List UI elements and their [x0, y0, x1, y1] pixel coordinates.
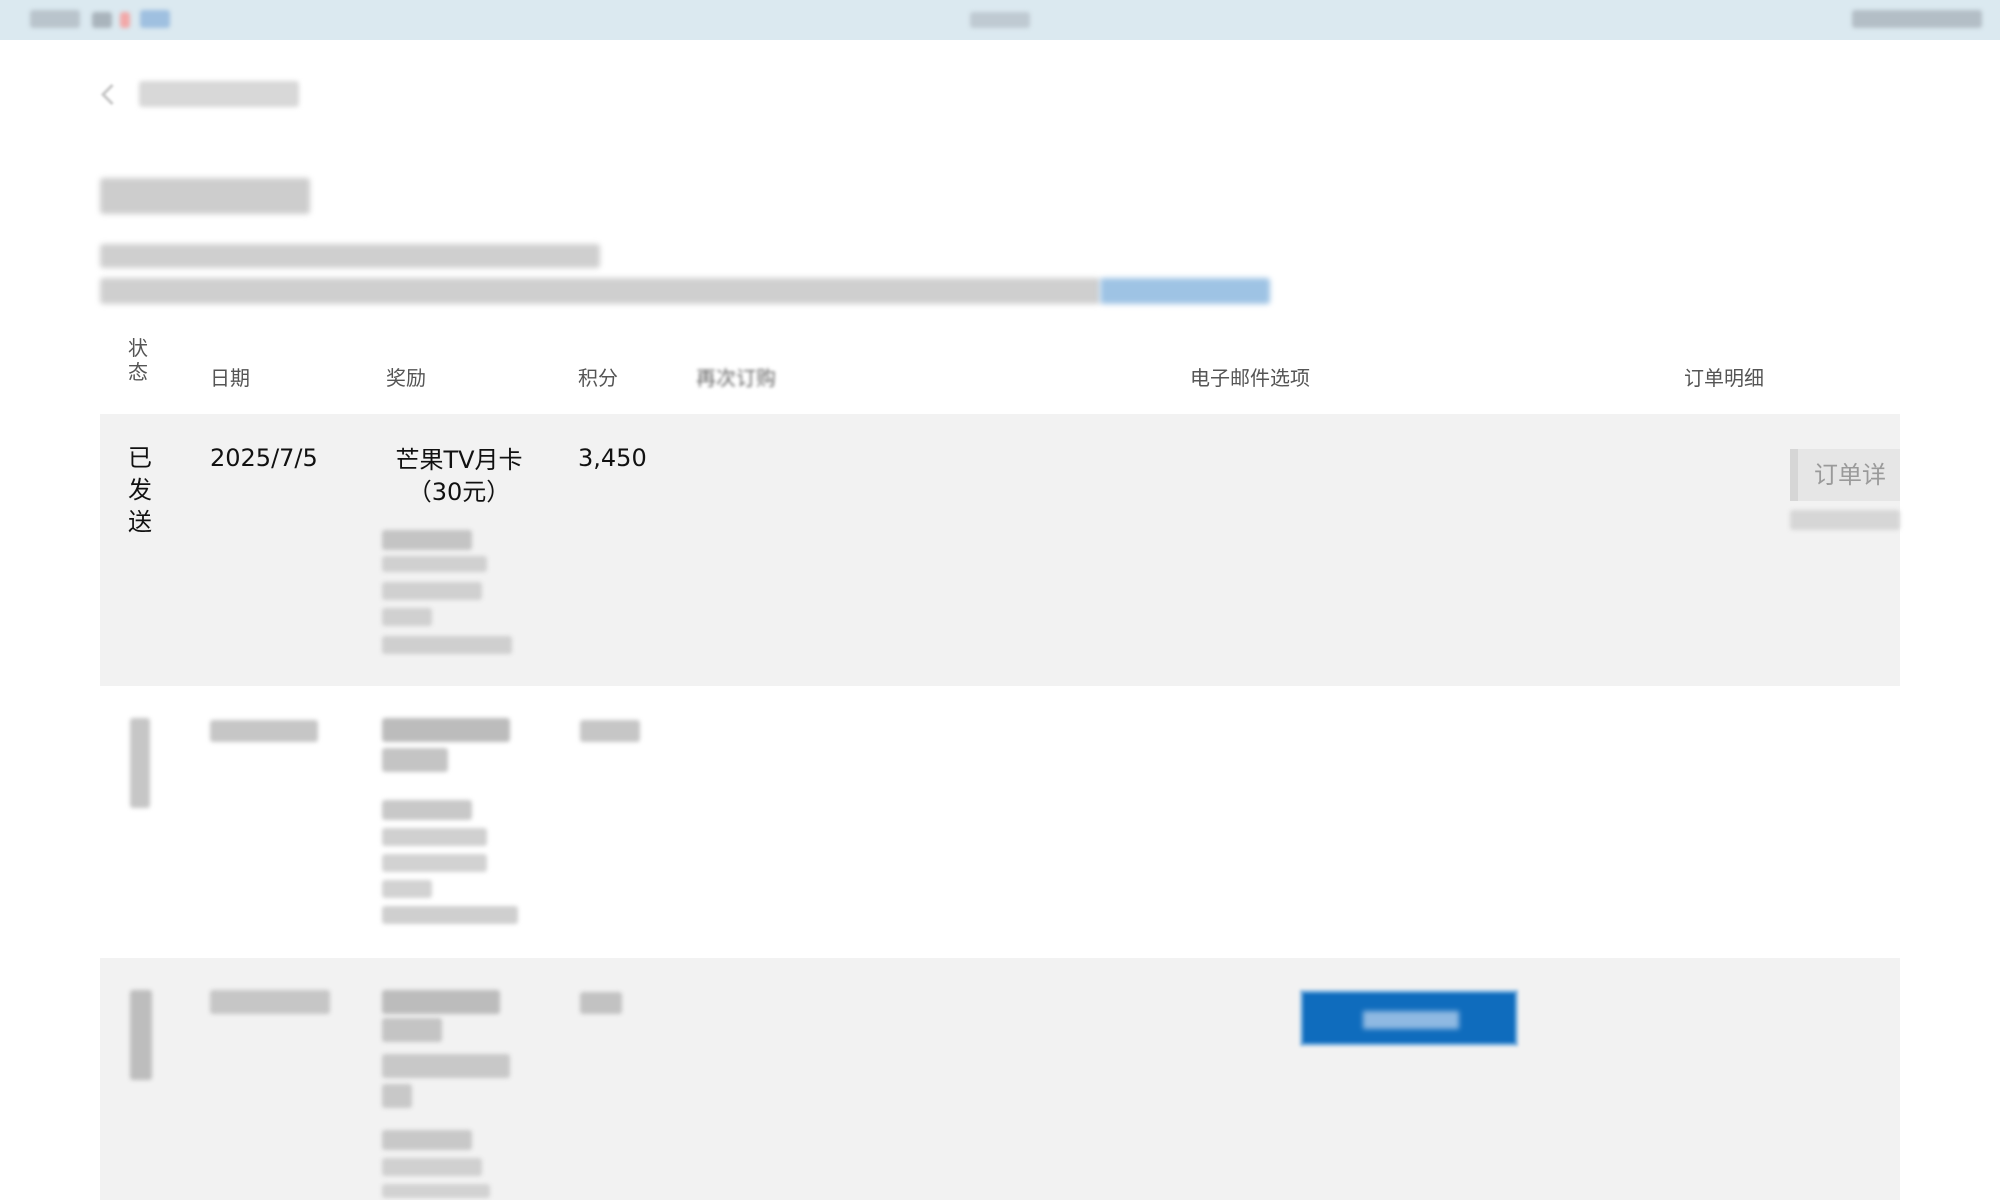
reward-details-blur [382, 582, 482, 600]
reward-details-blur [382, 800, 472, 820]
reward-details-blur [382, 530, 472, 550]
row-reward: 芒果TV月卡（30元） [395, 446, 523, 506]
table-row [100, 414, 1900, 686]
reward-details-blur [382, 1184, 490, 1198]
app-icon-blur-2 [140, 10, 170, 28]
reward-details-blur [382, 608, 432, 626]
reward-details-blur [382, 1130, 472, 1150]
top-bar [0, 0, 2000, 40]
reward-details-blur [382, 1158, 482, 1176]
window-controls-blur[interactable] [1852, 10, 1982, 28]
description-line-1-blur [100, 244, 600, 268]
row-status-blur [130, 990, 152, 1080]
row-status-blur [130, 718, 150, 808]
row-points: 3,450 [578, 444, 647, 472]
email-option-button-label-blur [1363, 1011, 1459, 1029]
email-option-button[interactable] [1300, 990, 1518, 1046]
window-title-blur [970, 12, 1030, 28]
table-row [100, 958, 1900, 1200]
back-link[interactable] [98, 76, 308, 112]
row-status: 已发送 [128, 444, 152, 536]
reward-details-blur [382, 636, 512, 654]
app-title-blur [30, 10, 80, 28]
page: 状态 日期 奖励 积分 再次订购 电子邮件选项 订单明细 已发送 2025/7/… [0, 0, 2000, 1200]
column-header-reward: 奖励 [386, 366, 426, 390]
row-points-blur [580, 992, 622, 1014]
description-line-2-blur [100, 278, 1100, 304]
reward-details-blur [382, 828, 487, 846]
app-icon-blur [120, 12, 130, 28]
column-header-date: 日期 [210, 366, 250, 390]
reward-details-blur [382, 906, 518, 924]
back-link-label-blur [139, 81, 299, 107]
app-title-blur-2 [92, 12, 112, 28]
order-details-sub-blur [1790, 510, 1900, 530]
column-header-points: 积分 [578, 366, 618, 390]
row-reward-blur [382, 990, 500, 1014]
table-row [100, 686, 1900, 958]
column-header-reorder: 再次订购 [696, 366, 776, 390]
row-reward-blur [382, 1084, 412, 1108]
column-header-status: 状态 [128, 336, 148, 384]
row-date: 2025/7/5 [210, 444, 318, 472]
reward-details-blur [382, 880, 432, 898]
page-title-blur [100, 178, 310, 214]
row-date-blur [210, 720, 318, 742]
row-reward-blur [382, 748, 448, 772]
row-points-blur [580, 720, 640, 742]
description-link-blur[interactable] [1100, 278, 1270, 304]
row-reward-blur [382, 718, 510, 742]
column-header-order-details: 订单明细 [1684, 366, 1764, 390]
row-reward-blur [382, 1018, 442, 1042]
order-details-button[interactable]: 订单详 [1790, 449, 1900, 501]
reward-details-blur [382, 854, 487, 872]
row-reward-blur [382, 1054, 510, 1078]
row-date-blur [210, 990, 330, 1014]
column-header-email-options: 电子邮件选项 [1190, 366, 1310, 390]
chevron-left-icon [100, 83, 123, 105]
reward-details-blur [382, 556, 487, 572]
